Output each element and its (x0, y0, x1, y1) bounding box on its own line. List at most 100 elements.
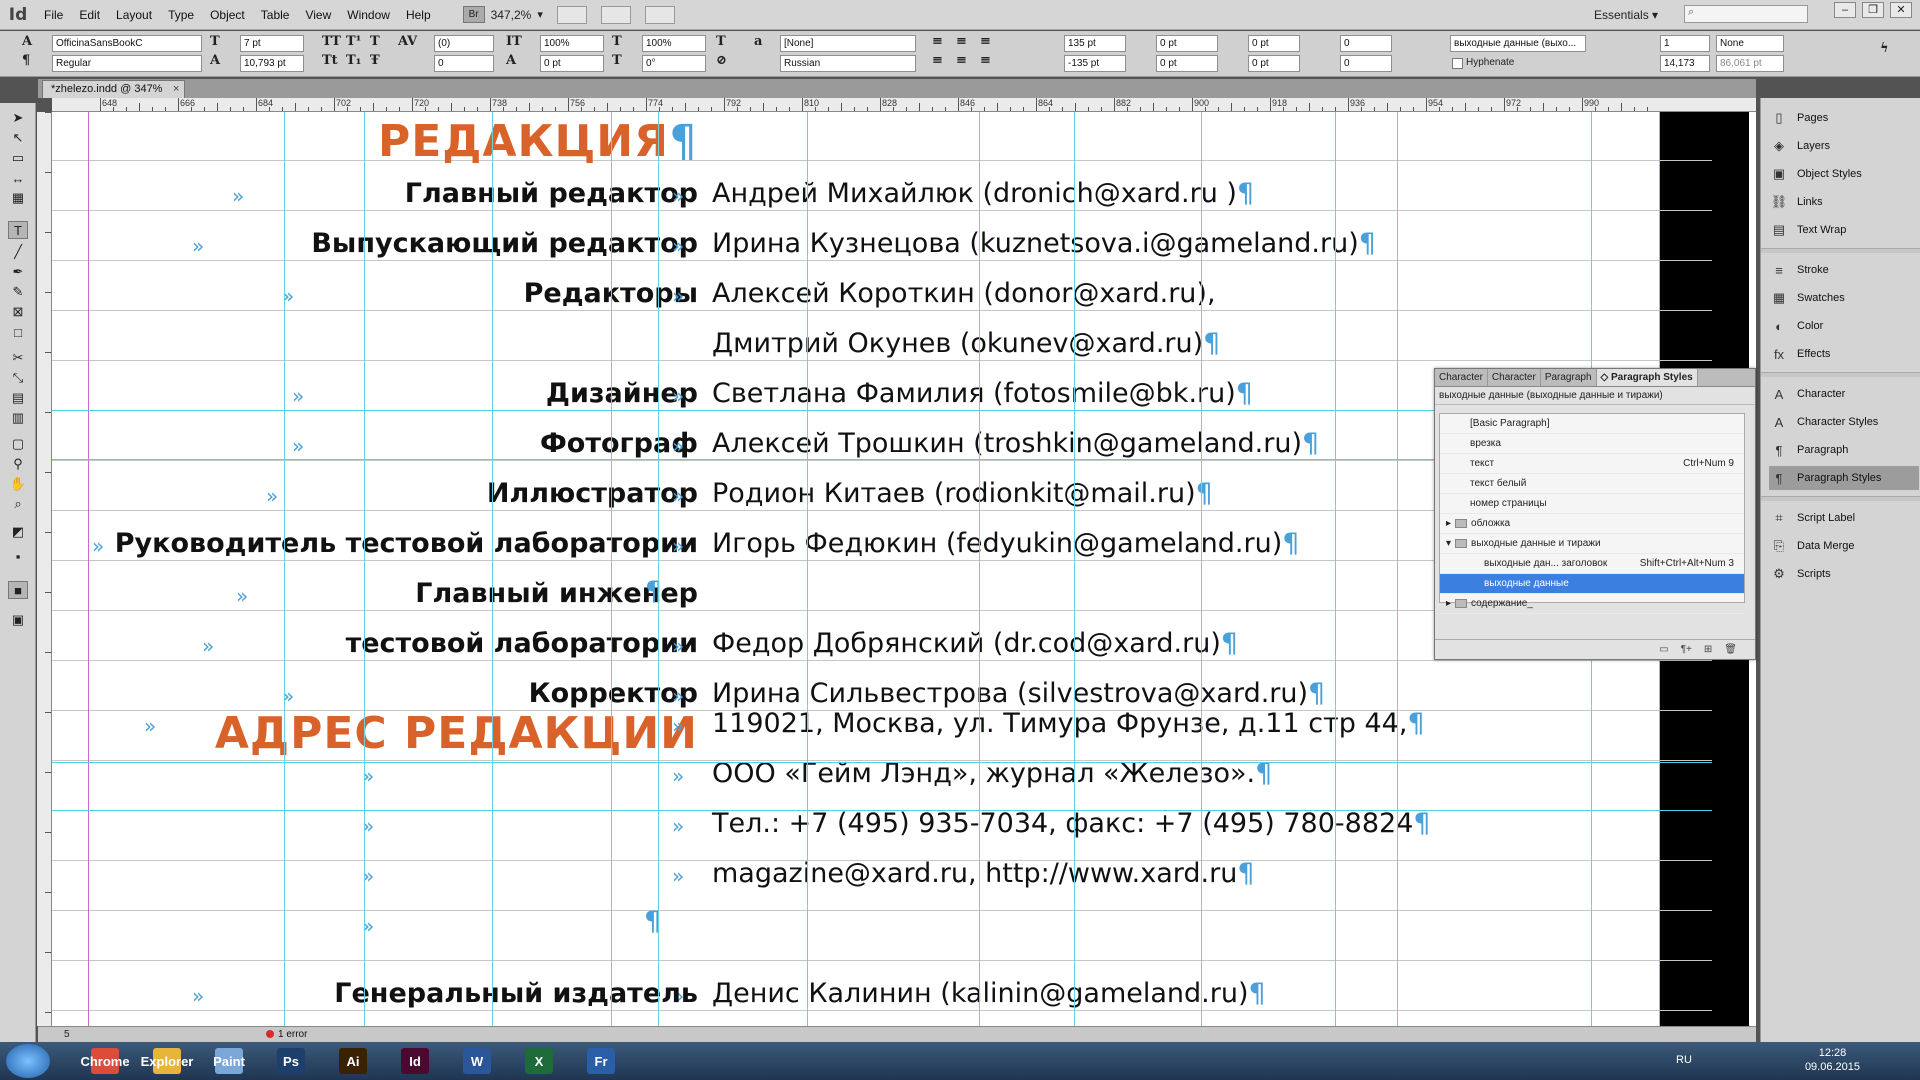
style-row[interactable]: выходные дан... заголовок Shift+Ctrl+Alt+… (1440, 554, 1744, 574)
align-left-icon[interactable]: ≡ (932, 34, 943, 49)
horizontal-ruler[interactable]: 648 666 684 702 720 738 756 774 792 810 828 846 864 8… (52, 98, 1756, 112)
tracking-field[interactable]: 0 (434, 55, 494, 72)
drop-cap-lines-field[interactable]: 0 (1340, 35, 1392, 52)
paragraph-style-field[interactable]: выходные данные (выхо... (1450, 35, 1586, 52)
taskbar-app-x[interactable]: X (514, 1045, 564, 1077)
clock[interactable]: 12:28 09.06.2015 (1805, 1046, 1860, 1074)
chevron-down-icon[interactable]: ▾ (537, 8, 543, 21)
menu-object[interactable]: Object (202, 0, 253, 30)
skew-field[interactable]: 0° (642, 55, 706, 72)
language-indicator[interactable]: RU (1676, 1054, 1692, 1066)
style-group-icon[interactable]: ▭ (1659, 644, 1668, 655)
page-number-field[interactable]: 5 (64, 1027, 70, 1042)
collapsed-arrow-icon[interactable]: ▸ (1446, 518, 1451, 529)
style-row[interactable]: ▸ содержание_ (1440, 594, 1744, 614)
gradient-feather-tool-icon[interactable]: ▥ (8, 409, 28, 427)
vertical-ruler[interactable] (37, 112, 52, 1026)
first-line-indent-field[interactable]: -135 pt (1064, 55, 1126, 72)
style-row[interactable]: текст Ctrl+Num 9 (1440, 454, 1744, 474)
column-width-field[interactable]: 14,173 (1660, 55, 1710, 72)
normal-view-icon[interactable]: ■ (8, 581, 28, 599)
close-tab-icon[interactable]: × (173, 81, 179, 98)
menu-file[interactable]: File (36, 0, 71, 30)
panel-tab[interactable]: Paragraph (1541, 369, 1597, 386)
menu-table[interactable]: Table (253, 0, 298, 30)
collapsed-arrow-icon[interactable]: ▸ (1446, 598, 1451, 609)
dock-object-styles[interactable]: ▣ Object Styles (1769, 162, 1919, 186)
workspace-switcher[interactable]: Essentials ▾ (1594, 8, 1658, 22)
preflight-status[interactable]: 1 error (266, 1027, 307, 1042)
view-options-button[interactable] (556, 5, 587, 24)
trash-icon[interactable]: 🗑 (1724, 644, 1737, 655)
expanded-arrow-icon[interactable]: ▾ (1446, 538, 1451, 549)
minimize-button[interactable]: – (1834, 2, 1856, 18)
right-indent-field[interactable]: 0 pt (1156, 35, 1218, 52)
dock-layers[interactable]: ◈ Layers (1769, 134, 1919, 158)
panel-tab[interactable]: Character (1488, 369, 1541, 386)
note-tool-icon[interactable]: ▢ (8, 435, 28, 453)
close-button[interactable]: ✕ (1890, 2, 1912, 18)
zoom-tool-icon[interactable]: ⌕ (8, 495, 28, 513)
strikethrough-icon[interactable]: Ŧ (370, 53, 380, 68)
dock-script-label[interactable]: ⌗ Script Label (1769, 506, 1919, 530)
horizontal-scale-field[interactable]: 100% (642, 35, 706, 52)
line-tool-icon[interactable]: ╱ (8, 243, 28, 261)
restore-button[interactable]: ❐ (1862, 2, 1884, 18)
superscript-icon[interactable]: T¹ (346, 34, 361, 49)
dock-character-styles[interactable]: A Character Styles (1769, 410, 1919, 434)
style-row[interactable]: ▾ выходные данные и тиражи (1440, 534, 1744, 554)
bullets-field[interactable]: None (1716, 35, 1784, 52)
dock-swatches[interactable]: ▦ Swatches (1769, 286, 1919, 310)
gutter-field[interactable]: 86,061 pt (1716, 55, 1784, 72)
direct-selection-tool-icon[interactable]: ↖ (8, 129, 28, 147)
style-list[interactable]: [Basic Paragraph] врезка текст Ctrl+Num 9 те… (1439, 413, 1745, 614)
kerning-field[interactable]: (0) (434, 35, 494, 52)
dock-color[interactable]: ◐ Color (1769, 314, 1919, 338)
type-tool-icon[interactable]: T (8, 221, 28, 239)
dock-character[interactable]: A Character (1769, 382, 1919, 406)
screen-mode-button[interactable] (600, 5, 631, 24)
dock-scripts[interactable]: ⚙ Scripts (1769, 562, 1919, 586)
all-caps-icon[interactable]: TT (322, 34, 341, 49)
language-field[interactable]: Russian (780, 55, 916, 72)
menu-window[interactable]: Window (339, 0, 398, 30)
menu-edit[interactable]: Edit (71, 0, 108, 30)
panel-tab[interactable]: Character (1435, 369, 1488, 386)
selection-tool-icon[interactable]: ➤ (8, 109, 28, 127)
menu-help[interactable]: Help (398, 0, 439, 30)
hyphenate-checkbox[interactable] (1452, 58, 1463, 69)
columns-field[interactable]: 1 (1660, 35, 1710, 52)
style-row[interactable]: [Basic Paragraph] (1440, 414, 1744, 434)
style-row[interactable]: номер страницы (1440, 494, 1744, 514)
style-row[interactable]: врезка (1440, 434, 1744, 454)
bridge-button[interactable]: Br (462, 6, 485, 23)
font-style-field[interactable]: Regular (52, 55, 202, 72)
leading-field[interactable]: 10,793 pt (240, 55, 304, 72)
justify-all-icon[interactable]: ≡ (980, 53, 991, 68)
dock-text-wrap[interactable]: ▤ Text Wrap (1769, 218, 1919, 242)
align-right-icon[interactable]: ≡ (980, 34, 991, 49)
pencil-tool-icon[interactable]: ✎ (8, 283, 28, 301)
document-tab[interactable]: *zhelezo.indd @ 347% × (42, 80, 186, 98)
start-button[interactable] (6, 1044, 50, 1078)
dock-effects[interactable]: fx Effects (1769, 342, 1919, 366)
fill-stroke-icon[interactable]: ◩ (8, 523, 28, 541)
last-line-indent-field[interactable]: 0 pt (1156, 55, 1218, 72)
baseline-shift-field[interactable]: 0 pt (540, 55, 604, 72)
rectangle-tool-icon[interactable]: □ (8, 323, 28, 341)
subscript-icon[interactable]: T₁ (346, 53, 361, 68)
help-search-input[interactable]: ⌕ (1684, 5, 1808, 23)
taskbar-app-paint[interactable]: Paint (204, 1045, 254, 1077)
align-center-icon[interactable]: ≡ (956, 34, 967, 49)
formatting-affects-icon[interactable]: ▪ (8, 547, 28, 565)
vertical-scale-field[interactable]: 100% (540, 35, 604, 52)
menu-layout[interactable]: Layout (108, 0, 160, 30)
rectangle-frame-tool-icon[interactable]: ⊠ (8, 303, 28, 321)
arrange-documents-button[interactable] (644, 5, 675, 24)
taskbar-app-ps[interactable]: Ps (266, 1045, 316, 1077)
menu-type[interactable]: Type (160, 0, 202, 30)
style-row[interactable]: выходные данные (1440, 574, 1744, 594)
dock-data-merge[interactable]: ⎘ Data Merge (1769, 534, 1919, 558)
free-transform-tool-icon[interactable]: ⤡ (8, 369, 28, 387)
menu-view[interactable]: View (297, 0, 339, 30)
